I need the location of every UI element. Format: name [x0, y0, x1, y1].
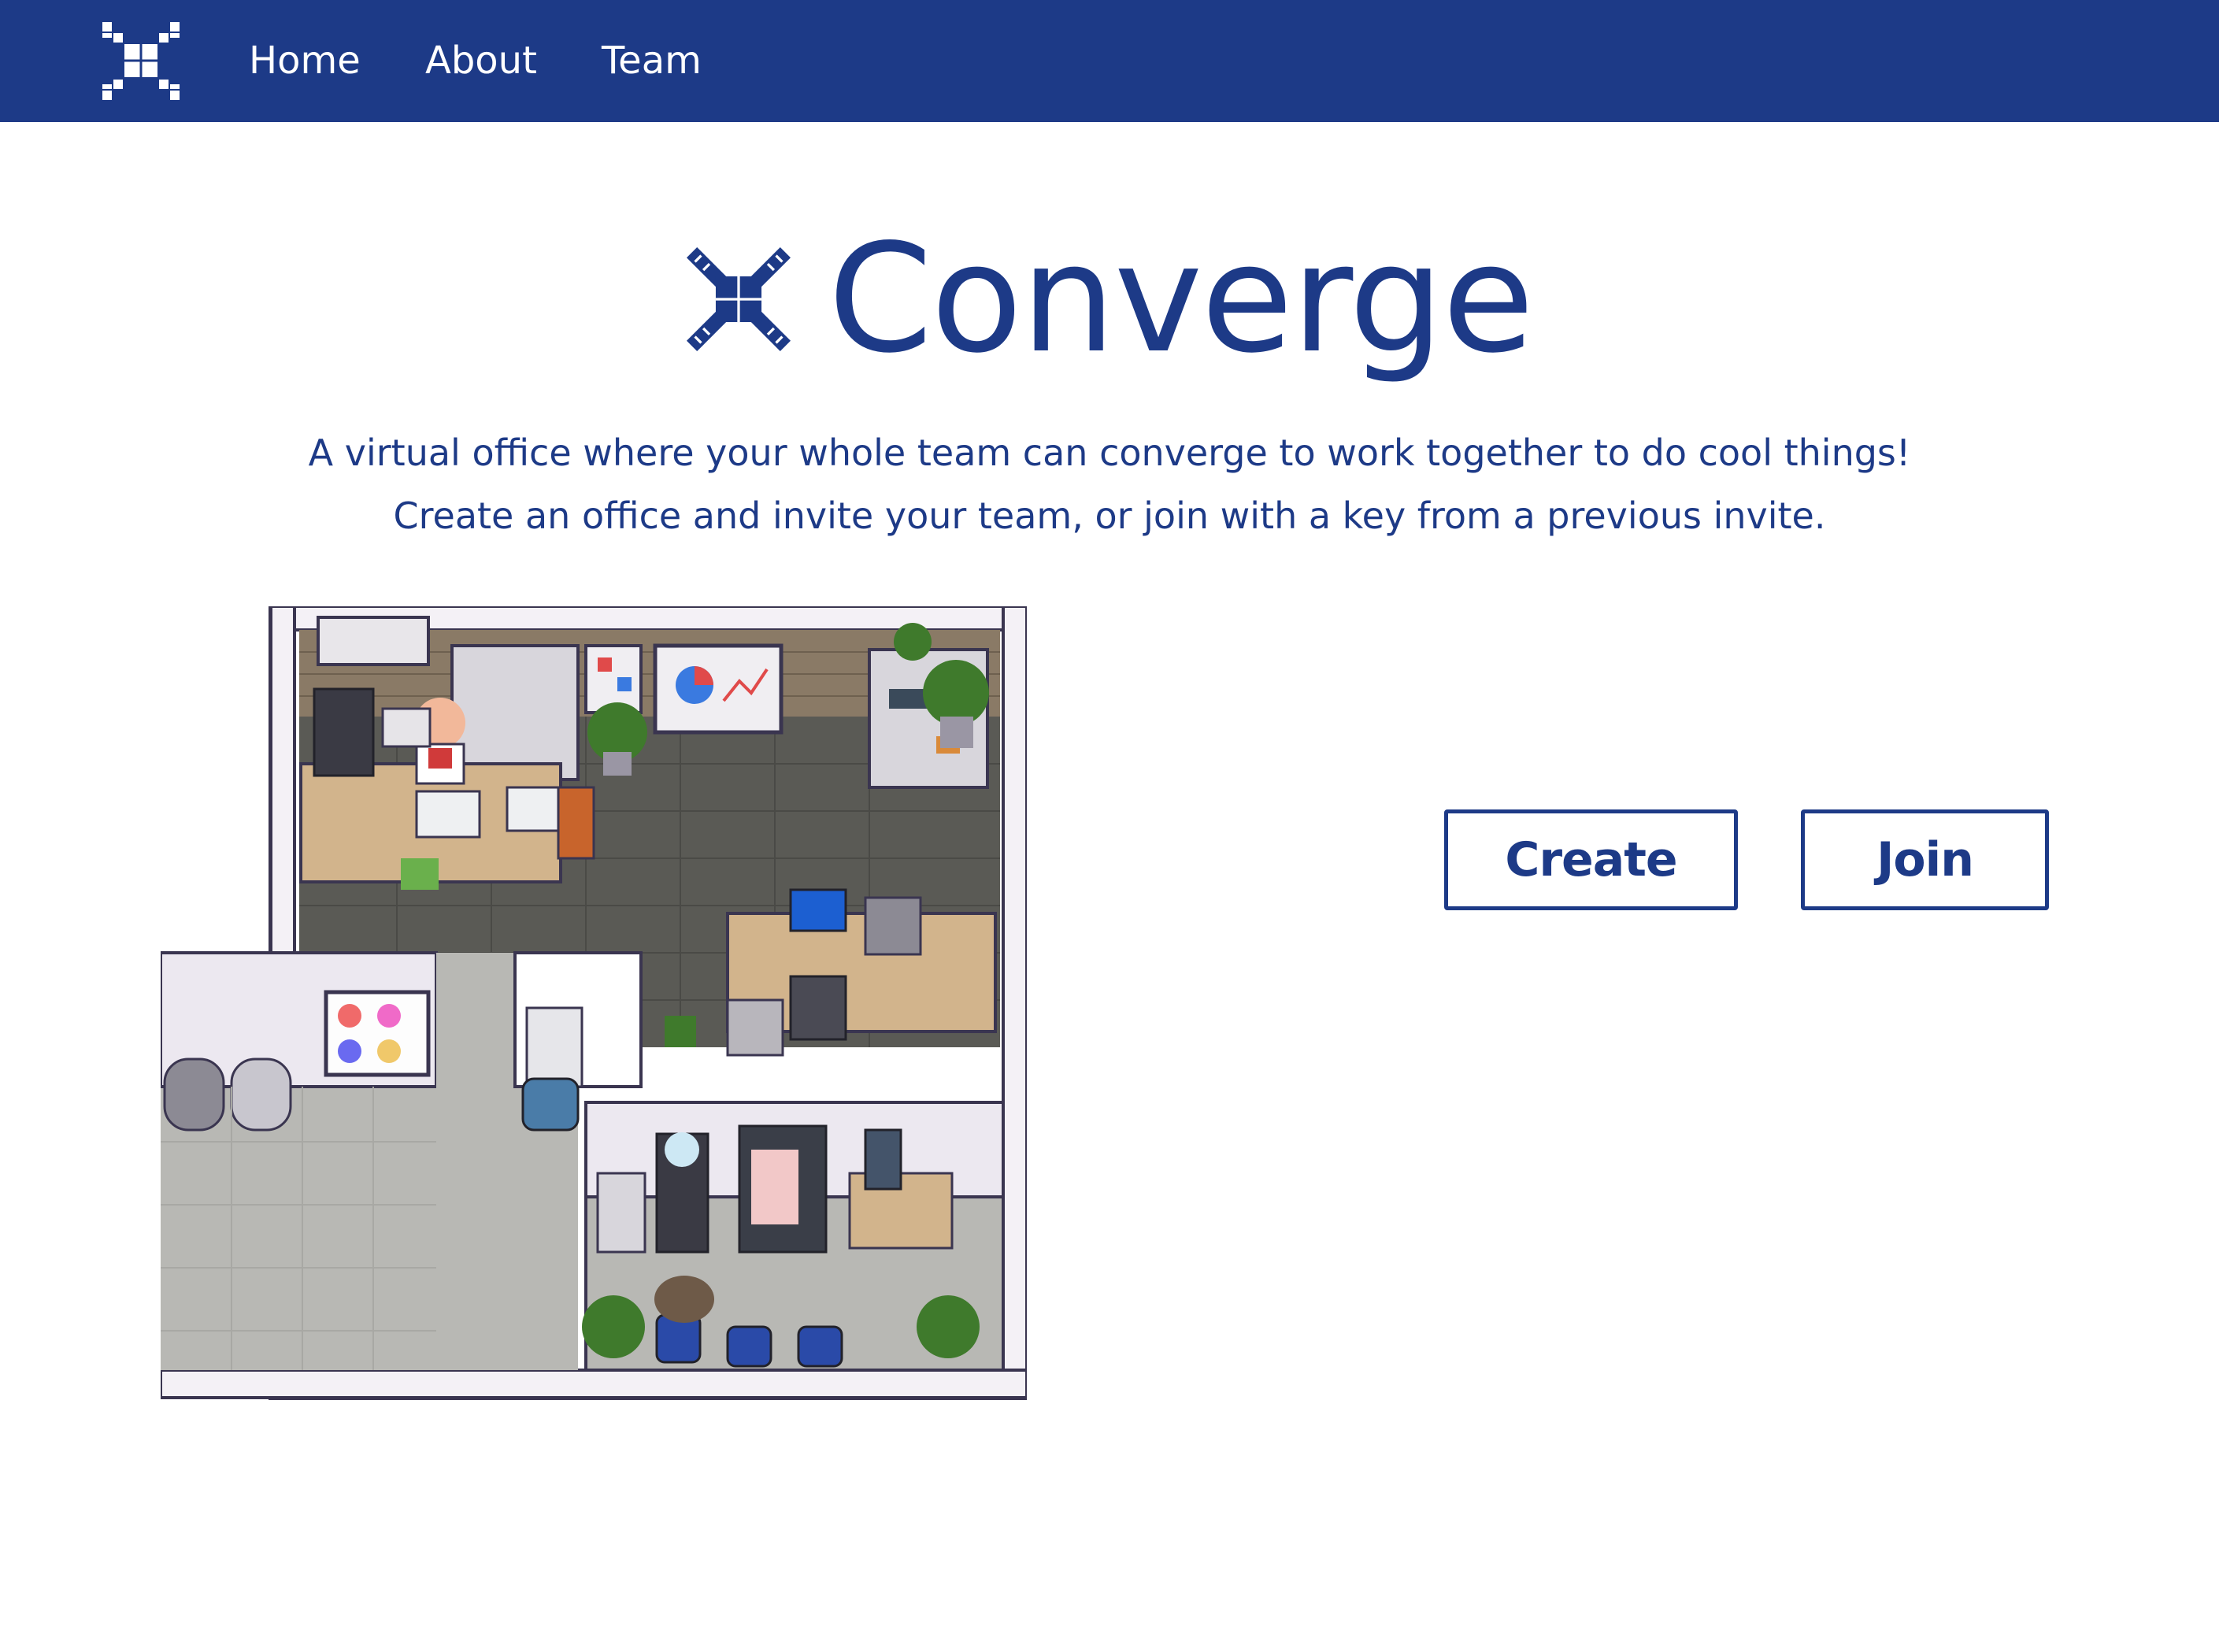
nav-link-about[interactable]: About — [425, 0, 537, 122]
converge-logo-icon — [686, 247, 791, 351]
page-title: Converge — [828, 212, 1535, 386]
join-button[interactable]: Join — [1801, 809, 2049, 910]
nav-link-home[interactable]: Home — [249, 0, 361, 122]
office-illustration — [161, 606, 1027, 1400]
tagline-line-1: A virtual office where your whole team c… — [308, 432, 1911, 474]
converge-logo-icon[interactable] — [102, 16, 181, 106]
top-navbar: Home About Team — [0, 0, 2219, 122]
create-button[interactable]: Create — [1444, 809, 1738, 910]
hero-title-row: Converge — [0, 220, 2219, 378]
nav-link-team[interactable]: Team — [602, 0, 702, 122]
tagline-line-2: Create an office and invite your team, o… — [393, 494, 1826, 537]
